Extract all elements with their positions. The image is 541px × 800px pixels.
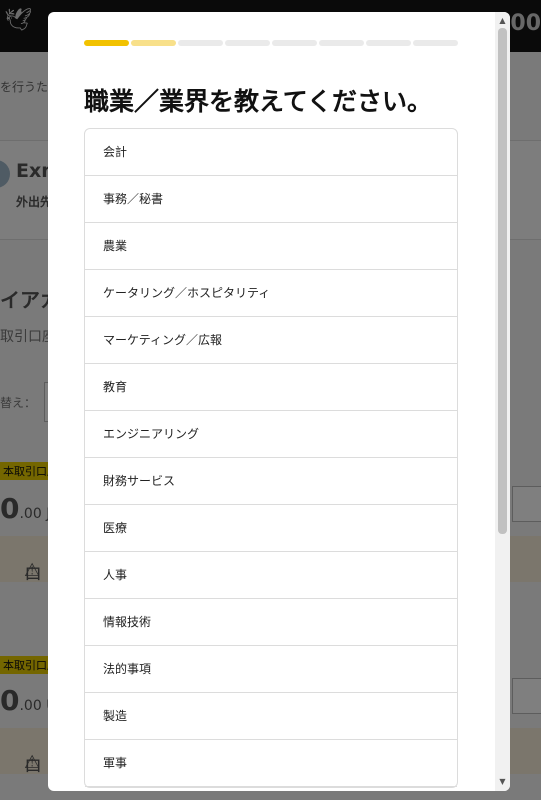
occupation-option[interactable]: 人事: [85, 552, 457, 599]
occupation-option[interactable]: 財務サービス: [85, 458, 457, 505]
occupation-option[interactable]: 法的事項: [85, 646, 457, 693]
scrollbar-thumb[interactable]: [498, 28, 507, 534]
occupation-option[interactable]: 教育: [85, 364, 457, 411]
occupation-option[interactable]: ケータリング／ホスピタリティ: [85, 270, 457, 317]
occupation-option[interactable]: 医療: [85, 505, 457, 552]
scrollbar[interactable]: ▲ ▼: [495, 12, 510, 791]
occupation-modal: 職業／業界を教えてください。 会計 事務／秘書 農業 ケータリング／ホスピタリティ マー…: [48, 12, 510, 791]
occupation-option[interactable]: 事務／秘書: [85, 176, 457, 223]
occupation-option[interactable]: マーケティング／広報: [85, 317, 457, 364]
progress-segment: [178, 40, 223, 46]
progress-bar: [84, 40, 458, 46]
progress-segment: [413, 40, 458, 46]
modal-title: 職業／業界を教えてください。: [84, 87, 433, 116]
occupation-option[interactable]: 会計: [85, 129, 457, 176]
occupation-option[interactable]: 情報技術: [85, 599, 457, 646]
progress-segment: [131, 40, 176, 46]
progress-segment: [272, 40, 317, 46]
occupation-option[interactable]: 製造: [85, 693, 457, 740]
occupation-list: 会計 事務／秘書 農業 ケータリング／ホスピタリティ マーケティング／広報 教育 エンジニア…: [84, 128, 458, 788]
occupation-option[interactable]: 農業: [85, 223, 457, 270]
occupation-option[interactable]: エンジニアリング: [85, 411, 457, 458]
occupation-option[interactable]: 軍事: [85, 740, 457, 787]
progress-segment: [84, 40, 129, 46]
progress-segment: [225, 40, 270, 46]
progress-segment: [319, 40, 364, 46]
progress-segment: [366, 40, 411, 46]
triangle-up-icon[interactable]: ▲: [495, 14, 510, 28]
triangle-down-icon[interactable]: ▼: [495, 775, 510, 789]
